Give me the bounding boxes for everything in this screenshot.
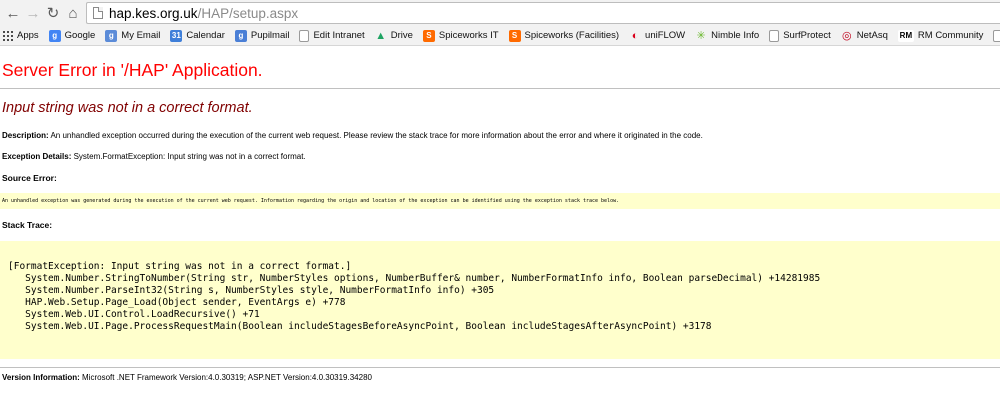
page-icon <box>993 29 1000 42</box>
source-error-box: An unhandled exception was generated dur… <box>0 193 1000 209</box>
bookmark-label: Edit Intranet <box>313 30 365 41</box>
url-host: hap.kes.org.uk <box>109 5 198 21</box>
bookmark-label: RM Community <box>917 30 984 41</box>
version-divider <box>0 367 1000 368</box>
bookmark-label: Apps <box>17 30 39 41</box>
bookmark-label: Google <box>64 30 96 41</box>
address-bar[interactable]: hap.kes.org.uk/HAP/setup.aspx <box>86 2 1000 24</box>
uniflow-icon: ◐ <box>631 29 639 42</box>
title-divider <box>0 88 1000 89</box>
trace-line: System.Web.UI.Control.LoadRecursive() +7… <box>8 309 260 320</box>
page-icon <box>769 29 780 42</box>
trace-line: System.Web.UI.Page.ProcessRequestMain(Bo… <box>8 321 712 332</box>
rm-icon: RM <box>897 29 914 42</box>
exception-label: Exception Details: <box>2 152 72 161</box>
bookmark-drive[interactable]: ▲ Drive <box>375 26 413 45</box>
bookmark-surfprotect[interactable]: SurfProtect <box>769 26 831 45</box>
spiceworks-icon: S <box>508 29 521 42</box>
bookmark-pupilmail[interactable]: g Pupilmail <box>234 26 290 45</box>
page-title: Server Error in '/HAP' Application. <box>2 60 263 80</box>
bookmark-my-email[interactable]: g My Email <box>105 26 161 45</box>
bookmark-label: uniFLOW <box>645 30 686 41</box>
google-icon: g <box>48 29 61 42</box>
spiceworks-icon: S <box>422 29 435 42</box>
pupilmail-icon: g <box>234 29 247 42</box>
bookmarks-bar: Apps g Google g My Email 31 Calendar g Pupilmail… <box>0 26 1000 46</box>
bookmark-apps[interactable]: Apps <box>3 26 39 45</box>
drive-icon: ▲ <box>375 29 387 42</box>
bookmark-netasq[interactable]: ◎ NetAsq <box>841 26 888 45</box>
bookmark-label: Spiceworks (Facilities) <box>524 30 620 41</box>
bookmark-label: Spiceworks IT <box>438 30 499 41</box>
version-label: Version Information: <box>2 373 80 382</box>
exception-line: Exception Details: System.FormatExceptio… <box>2 152 306 161</box>
netasq-icon: ◎ <box>841 30 852 42</box>
description-label: Description: <box>2 131 49 140</box>
home-icon[interactable]: ⌂ <box>63 3 83 23</box>
trace-line: System.Number.ParseInt32(String s, Numbe… <box>8 285 495 296</box>
page-icon <box>299 29 310 42</box>
bookmark-rm-community[interactable]: RM RM Community <box>897 26 984 45</box>
browser-toolbar: ← → ↻ ⌂ hap.kes.org.uk/HAP/setup.aspx <box>0 0 1000 26</box>
bookmark-calendar[interactable]: 31 Calendar <box>170 26 225 45</box>
bookmark-edit-intranet[interactable]: Edit Intranet <box>299 26 365 45</box>
trace-line: HAP.Web.Setup.Page_Load(Object sender, E… <box>8 297 346 308</box>
bookmark-label: Pupilmail <box>250 30 290 41</box>
bookmark-kes-intranet[interactable]: KES Intranet <box>993 26 1000 45</box>
trace-line: System.Number.StringToNumber(String str,… <box>8 273 821 284</box>
bookmark-spiceworks-facilities[interactable]: S Spiceworks (Facilities) <box>508 26 620 45</box>
forward-arrow-icon[interactable]: → <box>23 3 43 23</box>
version-text: Microsoft .NET Framework Version:4.0.303… <box>82 373 372 382</box>
bookmark-label: Nimble Info <box>711 30 760 41</box>
bookmark-label: SurfProtect <box>783 30 831 41</box>
bookmark-google[interactable]: g Google <box>48 26 96 45</box>
nimble-icon: ✳ <box>696 30 706 42</box>
bookmark-uniflow[interactable]: ◐ uniFLOW <box>629 26 686 45</box>
trace-line: [FormatException: Input string was not i… <box>8 261 352 272</box>
url-text[interactable]: hap.kes.org.uk/HAP/setup.aspx <box>109 6 298 21</box>
bookmark-nimble-info[interactable]: ✳ Nimble Info <box>695 26 760 45</box>
reload-icon[interactable]: ↻ <box>43 3 63 23</box>
bookmark-label: NetAsq <box>856 30 888 41</box>
error-subtitle: Input string was not in a correct format… <box>2 100 253 116</box>
bookmark-label: My Email <box>121 30 161 41</box>
calendar-icon: 31 <box>170 29 183 42</box>
email-icon: g <box>105 29 118 42</box>
exception-text: System.FormatException: Input string was… <box>73 152 306 161</box>
description-line: Description: An unhandled exception occu… <box>2 131 703 140</box>
page-icon <box>93 7 103 19</box>
bookmark-label: Calendar <box>186 30 225 41</box>
source-error-heading: Source Error: <box>2 173 57 183</box>
bookmark-spiceworks-it[interactable]: S Spiceworks IT <box>422 26 499 45</box>
bookmark-label: Drive <box>390 30 413 41</box>
url-path: /HAP/setup.aspx <box>197 5 299 21</box>
back-arrow-icon[interactable]: ← <box>3 3 23 23</box>
stack-trace-heading: Stack Trace: <box>2 220 53 230</box>
apps-grid-icon <box>3 30 13 41</box>
description-text: An unhandled exception occurred during t… <box>50 131 703 140</box>
version-line: Version Information: Microsoft .NET Fram… <box>2 373 372 382</box>
stack-trace-box: [FormatException: Input string was not i… <box>0 241 1000 359</box>
